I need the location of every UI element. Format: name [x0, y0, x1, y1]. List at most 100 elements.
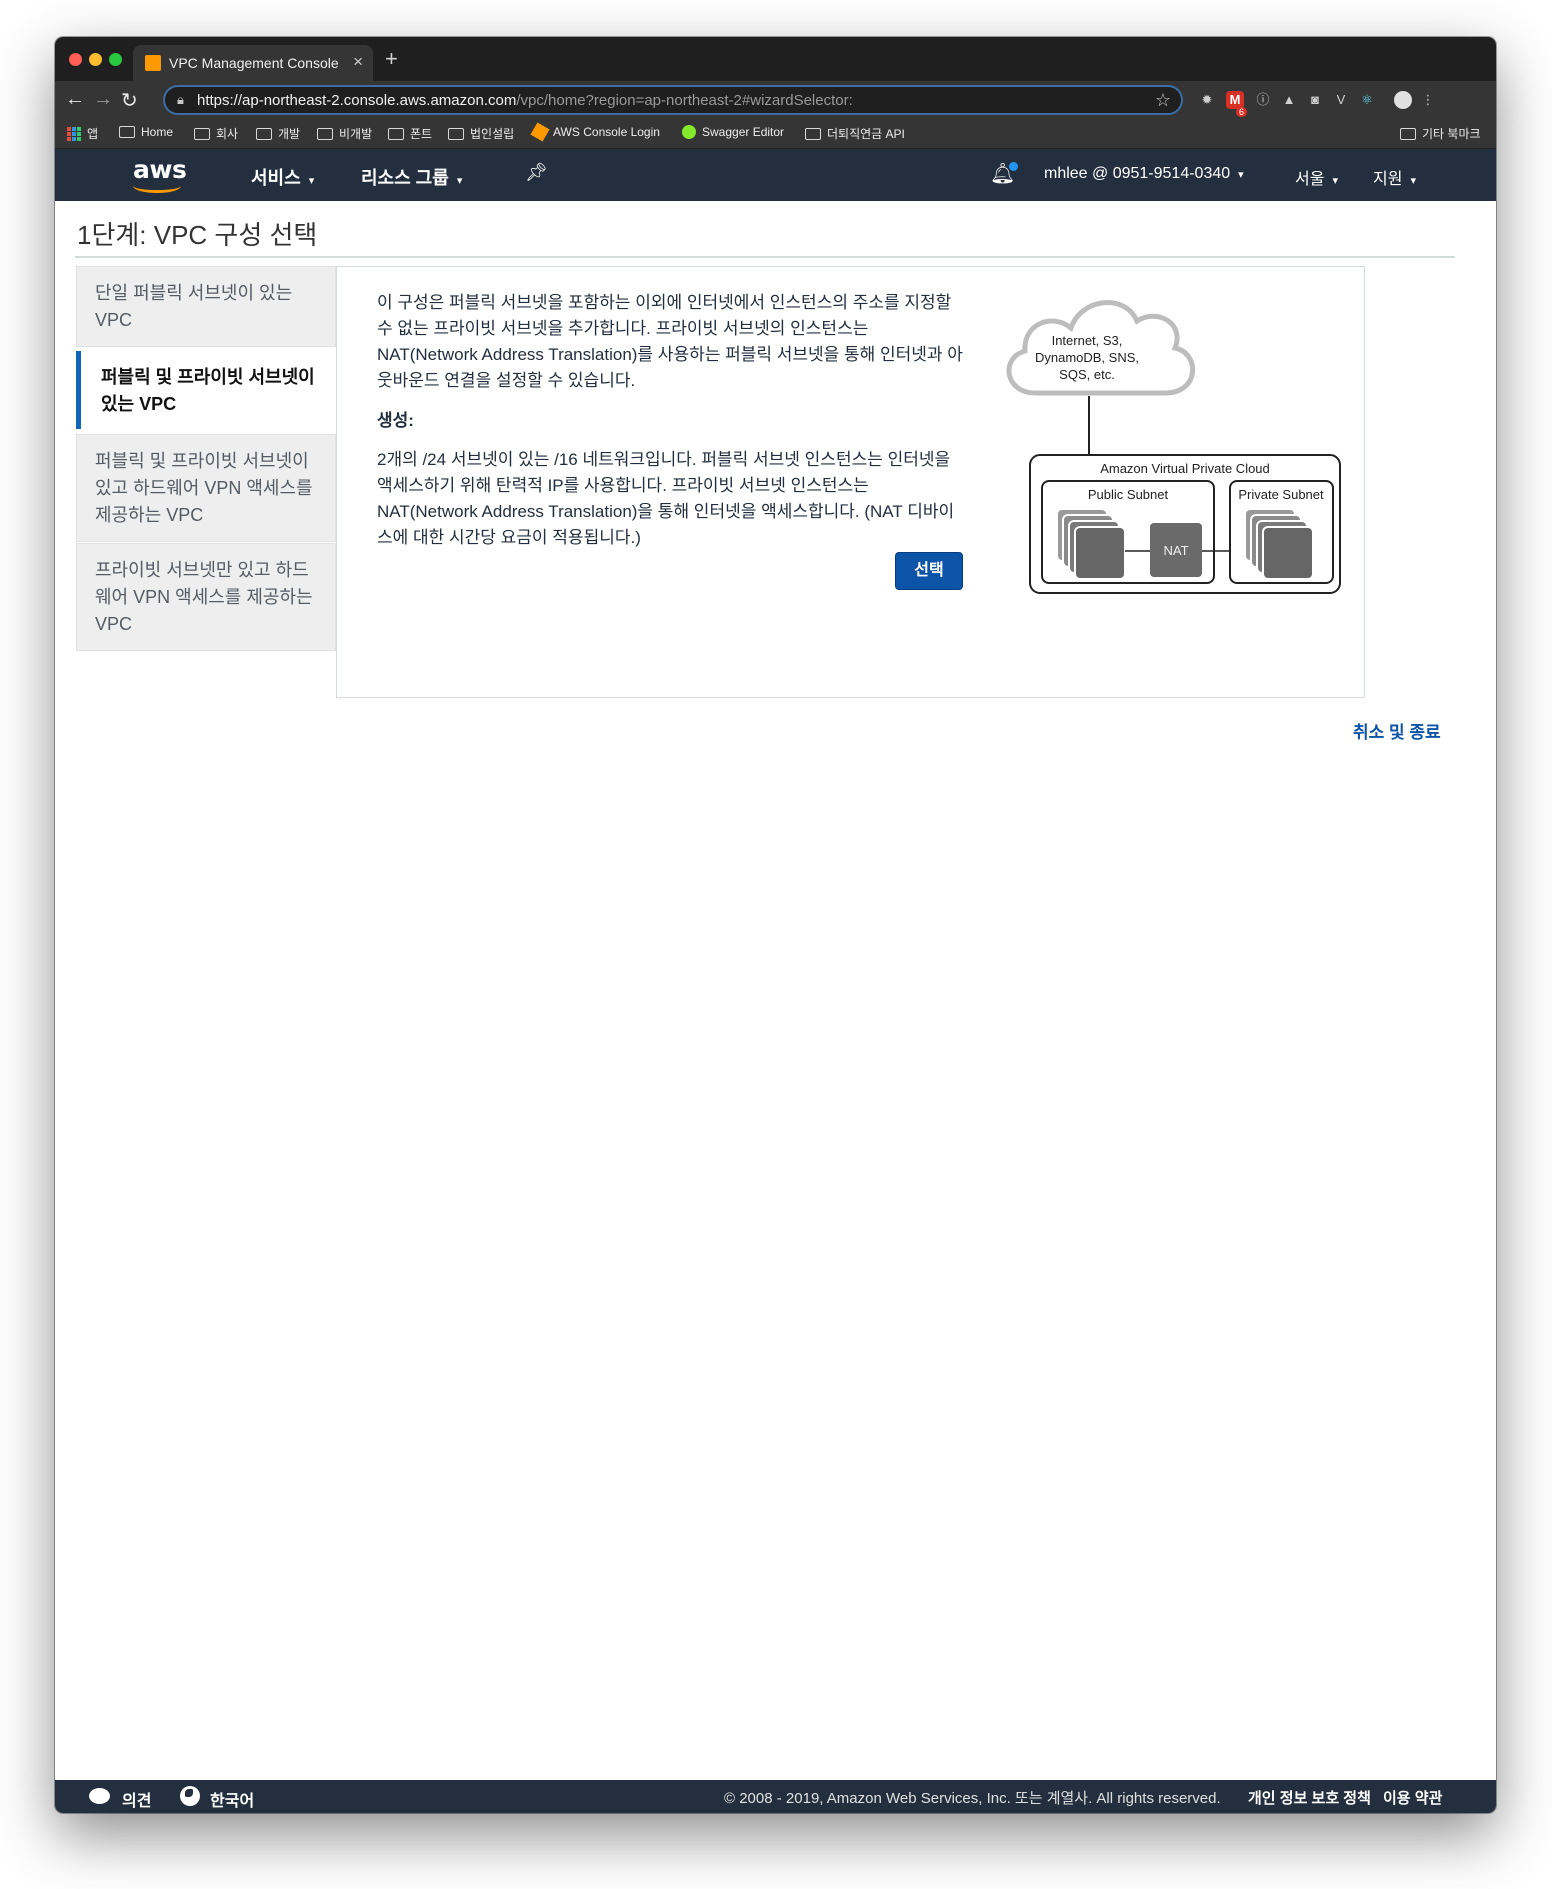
option-description: 이 구성은 퍼블릭 서브넷을 포함하는 이외에 인터넷에서 인스턴스의 주소를 …: [377, 293, 963, 390]
url-host: https://ap-northeast-2.console.aws.amazo…: [197, 92, 517, 109]
lock-icon: 🔒︎: [177, 92, 184, 107]
address-bar[interactable]: 🔒︎ https://ap-northeast-2.console.aws.am…: [163, 85, 1183, 115]
support-label: 지원: [1373, 171, 1403, 188]
back-arrow-icon[interactable]: ←: [65, 88, 85, 111]
browser-window: VPC Management Console × + ← → ↻ 🔒︎ http…: [55, 37, 1496, 1813]
menu-dots-icon[interactable]: ⋮: [1419, 91, 1437, 109]
bookmark-other[interactable]: 기타 북마크: [1400, 125, 1481, 142]
bookmark-fonts[interactable]: 폰트: [388, 125, 432, 142]
option-label: 퍼블릭 및 프라이빗 서브넷이 있고 하드웨어 VPN 액세스를 제공하는 VP…: [95, 451, 313, 525]
minimize-window-button[interactable]: [89, 53, 102, 66]
vue-extension-icon[interactable]: V: [1332, 91, 1350, 109]
aws-smile-icon: [133, 179, 181, 193]
feedback-link[interactable]: 의견: [122, 1787, 151, 1811]
bookmark-non-dev[interactable]: 비개발: [317, 125, 372, 142]
reload-icon[interactable]: ↻: [121, 88, 138, 113]
new-tab-button[interactable]: +: [385, 46, 398, 72]
bookmark-label: 개발: [278, 127, 301, 141]
aws-console-header: aws 서비스 ▾ 리소스 그룹 ▾ 📌︎ 🔔︎ mhlee @ 0951-9514…: [55, 149, 1496, 201]
browser-tab[interactable]: VPC Management Console ×: [133, 45, 373, 81]
chevron-down-icon: ▾: [456, 175, 463, 187]
cancel-and-exit-link[interactable]: 취소 및 종료: [1353, 718, 1441, 743]
services-label: 서비스: [251, 168, 301, 188]
bookmark-label: 기타 북마크: [1422, 127, 1481, 141]
profile-avatar[interactable]: [1394, 91, 1412, 109]
language-selector[interactable]: 한국어: [210, 1787, 254, 1811]
bookmark-star-icon[interactable]: ☆: [1155, 90, 1171, 111]
pin-icon[interactable]: 📌︎: [525, 162, 548, 183]
aws-hexagon-icon: [530, 122, 550, 142]
react-extension-icon[interactable]: ⚛: [1358, 91, 1376, 109]
bookmark-label: 폰트: [410, 127, 433, 141]
region-label: 서울: [1295, 171, 1325, 188]
folder-icon: [317, 127, 333, 140]
option-label: 프라이빗 서브넷만 있고 하드웨어 VPN 액세스를 제공하는 VPC: [95, 560, 313, 634]
bookmark-aws-console-login[interactable]: AWS Console Login: [530, 122, 660, 142]
bookmark-dev[interactable]: 개발: [256, 125, 300, 142]
bookmark-company[interactable]: 회사: [194, 125, 238, 142]
globe-icon: [180, 1786, 200, 1806]
shield-extension-icon[interactable]: ◙: [1306, 91, 1324, 109]
bookmark-label: 더퇴직연금 API: [827, 127, 905, 141]
gear-extension-icon[interactable]: ✹: [1198, 91, 1216, 109]
bookmark-apps[interactable]: 앱: [67, 125, 98, 142]
notification-dot: [1009, 162, 1018, 171]
creates-text: 2개의 /24 서브넷이 있는 /16 네트워크입니다. 퍼블릭 서브넷 인스턴…: [377, 450, 955, 547]
tab-strip: VPC Management Console × +: [55, 37, 1496, 81]
bookmark-label: 앱: [87, 127, 99, 141]
folder-icon: [194, 127, 210, 140]
url-path: /vpc/home?region=ap-northeast-2#wizardSe…: [516, 92, 853, 109]
bookmark-label: Home: [141, 125, 174, 139]
drive-extension-icon[interactable]: ▲: [1280, 91, 1298, 109]
option-public-private-vpn[interactable]: 퍼블릭 및 프라이빗 서브넷이 있고 하드웨어 VPN 액세스를 제공하는 VP…: [76, 434, 336, 542]
region-menu[interactable]: 서울 ▾: [1295, 165, 1338, 189]
services-menu[interactable]: 서비스 ▾: [251, 164, 314, 190]
support-menu[interactable]: 지원 ▾: [1373, 165, 1416, 189]
option-single-public-subnet[interactable]: 단일 퍼블릭 서브넷이 있는 VPC: [76, 266, 336, 347]
nat-label: NAT: [1163, 543, 1188, 558]
public-subnet-label: Public Subnet: [1088, 487, 1169, 502]
resource-groups-menu[interactable]: 리소스 그룹 ▾: [361, 164, 462, 190]
browser-toolbar: ← → ↻ 🔒︎ https://ap-northeast-2.console.…: [55, 81, 1496, 119]
private-subnet-label: Private Subnet: [1238, 487, 1324, 502]
aws-logo[interactable]: aws: [133, 155, 187, 195]
bookmark-label: 회사: [216, 127, 239, 141]
cloud-label-1: Internet, S3,: [1052, 333, 1123, 348]
option-public-private-subnets[interactable]: 퍼블릭 및 프라이빗 서브넷이 있는 VPC: [76, 351, 336, 429]
folder-icon: [1400, 127, 1416, 140]
select-button[interactable]: 선택: [895, 552, 963, 590]
maximize-window-button[interactable]: [109, 53, 122, 66]
privacy-policy-link[interactable]: 개인 정보 보호 정책: [1248, 1787, 1371, 1808]
vpc-architecture-diagram: Internet, S3, DynamoDB, SNS, SQS, etc. A…: [1006, 300, 1341, 594]
tab-title: VPC Management Console: [169, 55, 339, 71]
chevron-down-icon: ▾: [1238, 169, 1244, 181]
console-footer: 의견 한국어 © 2008 - 2019, Amazon Web Service…: [55, 1780, 1496, 1813]
resource-groups-label: 리소스 그룹: [361, 168, 449, 188]
close-window-button[interactable]: [69, 53, 82, 66]
folder-icon: [448, 127, 464, 140]
url-text[interactable]: https://ap-northeast-2.console.aws.amazo…: [197, 92, 853, 109]
bookmark-home[interactable]: Home: [119, 125, 173, 139]
bookmark-swagger-editor[interactable]: Swagger Editor: [682, 125, 784, 139]
page-title: 1단계: VPC 구성 선택: [77, 220, 318, 250]
copyright-text: © 2008 - 2019, Amazon Web Services, Inc.…: [724, 1790, 1221, 1807]
bookmark-pension-api[interactable]: 더퇴직연금 API: [805, 125, 905, 142]
forward-arrow-icon[interactable]: →: [93, 88, 113, 111]
cloud-label-2: DynamoDB, SNS,: [1035, 350, 1139, 365]
bookmark-label: 비개발: [339, 127, 373, 141]
chevron-down-icon: ▾: [1332, 175, 1338, 187]
info-extension-icon[interactable]: ⓘ: [1254, 91, 1272, 109]
account-label: mhlee @ 0951-9514-0340: [1044, 165, 1231, 182]
terms-of-use-link[interactable]: 이용 약관: [1383, 1787, 1442, 1808]
option-label: 단일 퍼블릭 서브넷이 있는 VPC: [95, 283, 293, 330]
folder-icon: [805, 127, 821, 140]
option-private-only-vpn[interactable]: 프라이빗 서브넷만 있고 하드웨어 VPN 액세스를 제공하는 VPC: [76, 543, 336, 651]
bookmark-incorporation[interactable]: 법인설립: [448, 125, 514, 142]
folder-icon: [119, 126, 135, 138]
apps-grid-icon: [67, 126, 81, 141]
folder-icon: [388, 127, 404, 140]
account-menu[interactable]: mhlee @ 0951-9514-0340 ▾: [1044, 165, 1244, 183]
internet-cloud: Internet, S3, DynamoDB, SNS, SQS, etc.: [1006, 300, 1196, 396]
aws-favicon-icon: [145, 55, 161, 71]
close-tab-icon[interactable]: ×: [353, 52, 363, 72]
